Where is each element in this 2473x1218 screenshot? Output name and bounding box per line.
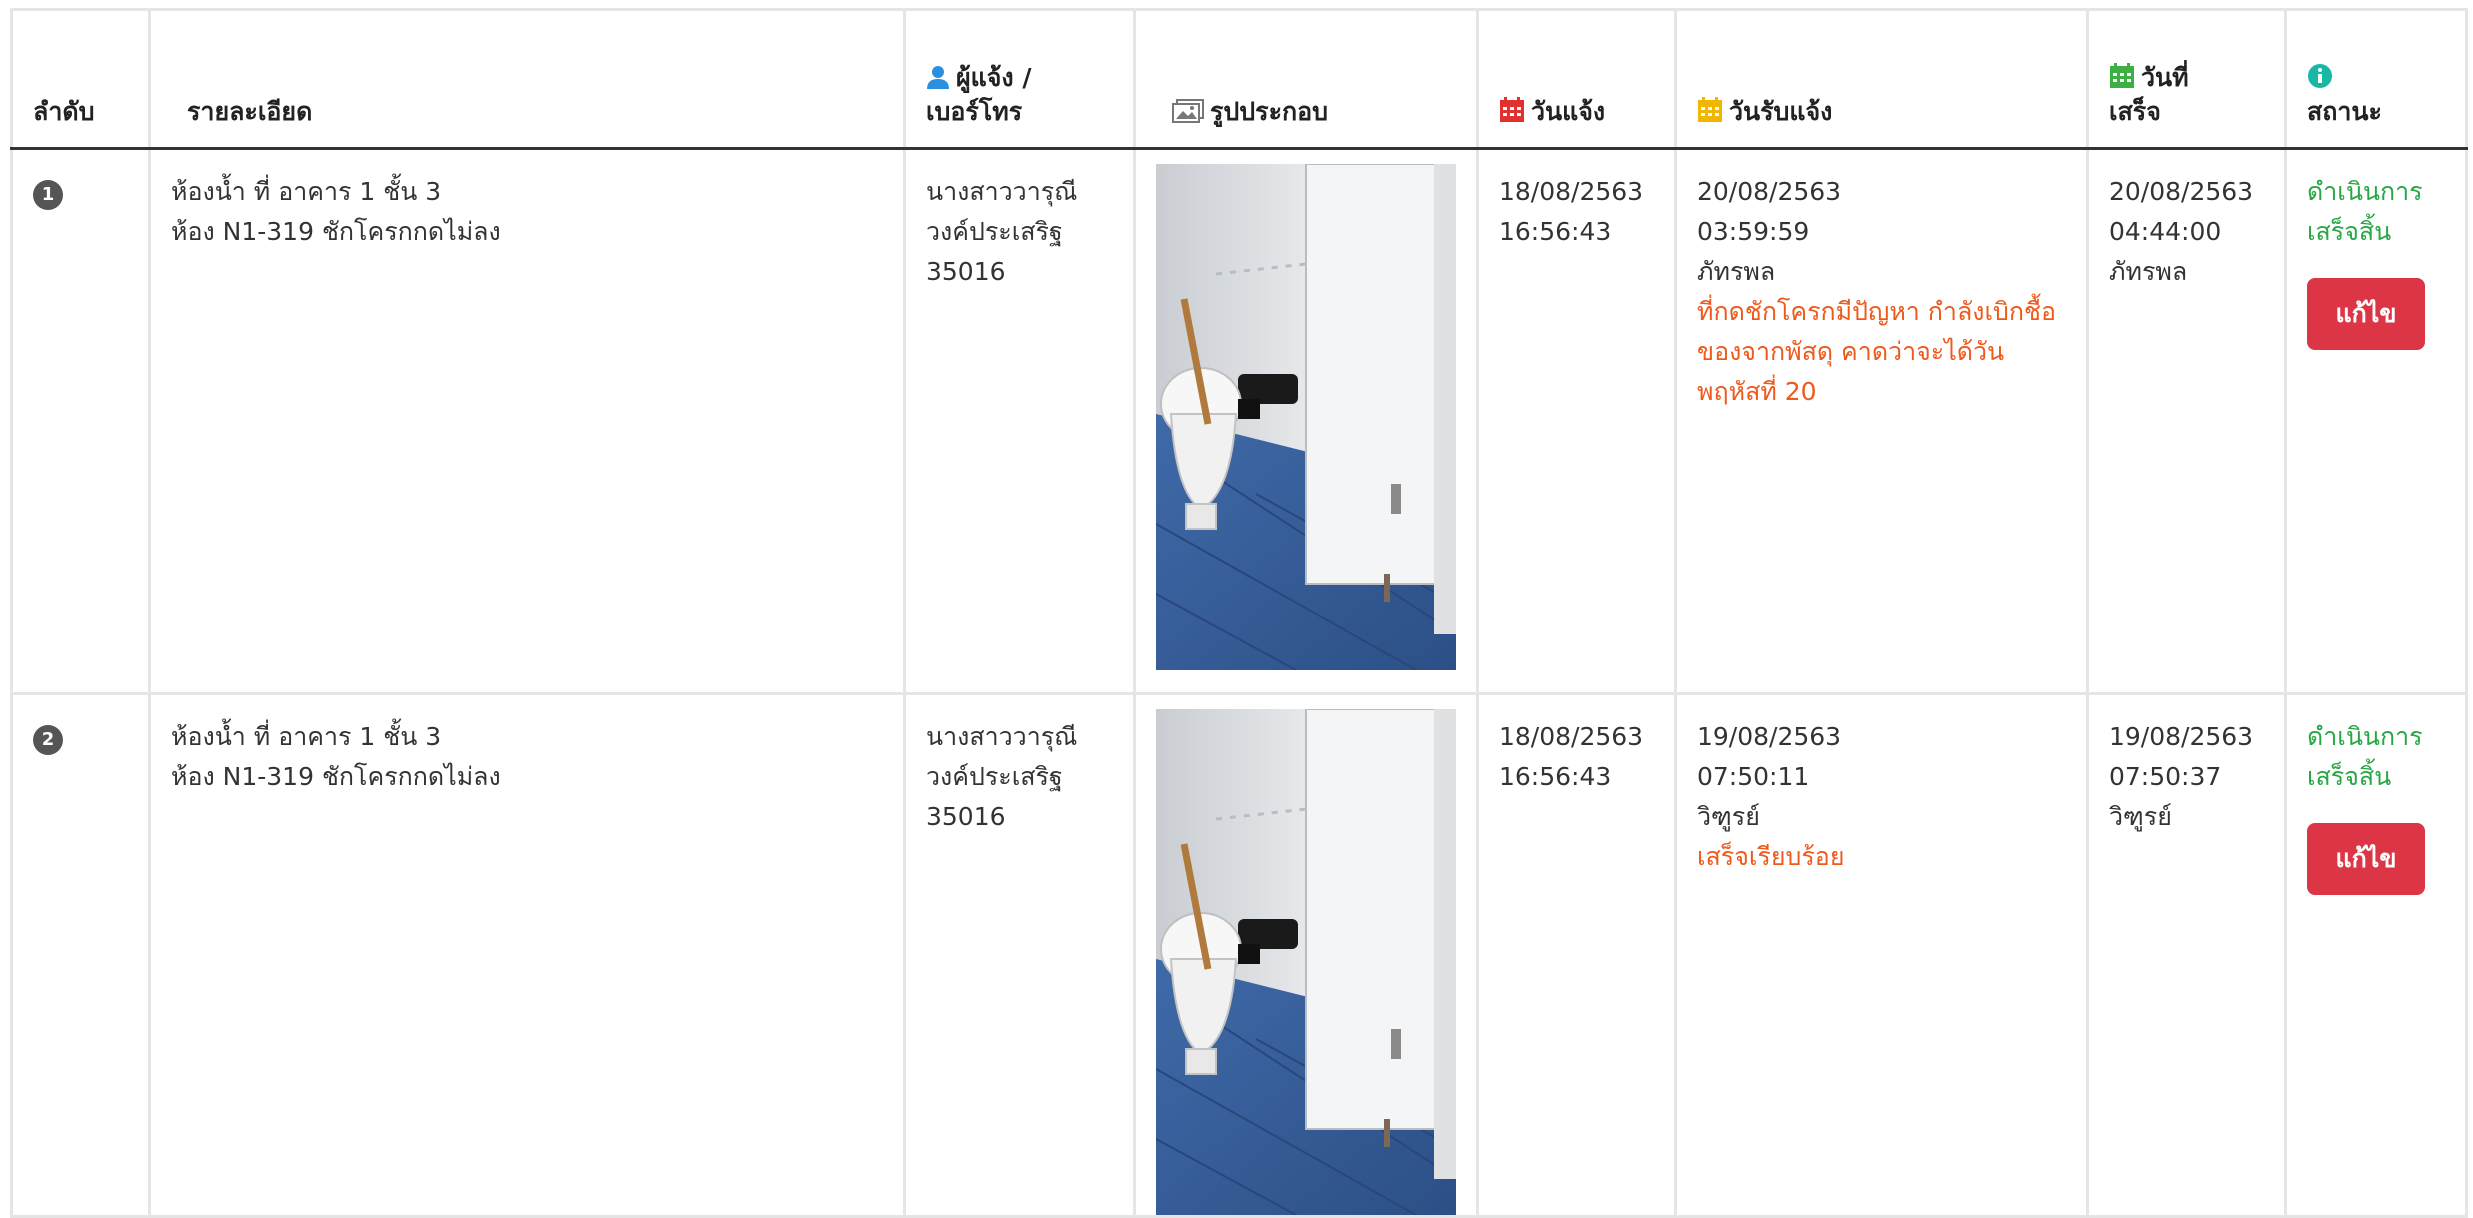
header-reporter-label-2: เบอร์โทร xyxy=(926,97,1023,126)
seq-badge: 1 xyxy=(33,180,63,210)
cell-detail: ห้องน้ำ ที่ อาคาร 1 ชั้น 3 ห้อง N1-319 ช… xyxy=(148,692,906,1218)
reporter-last-name: วงค์ประเสริฐ xyxy=(926,217,1063,246)
status-text-2: เสร็จสิ้น xyxy=(2307,762,2392,791)
image-icon xyxy=(1172,99,1204,123)
table-row: 2 ห้องน้ำ ที่ อาคาร 1 ชั้น 3 ห้อง N1-319… xyxy=(10,692,2468,1218)
header-received-date: วันรับแจ้ง xyxy=(1674,8,2089,150)
table-row: 1 ห้องน้ำ ที่ อาคาร 1 ชั้น 3 ห้อง N1-319… xyxy=(10,147,2468,695)
received-by: ภัทรพล xyxy=(1697,257,1776,286)
reporter-phone: 35016 xyxy=(926,802,1006,831)
cell-detail: ห้องน้ำ ที่ อาคาร 1 ชั้น 3 ห้อง N1-319 ช… xyxy=(148,147,906,695)
cell-reporter: นางสาววารุณี วงค์ประเสริฐ 35016 xyxy=(903,692,1136,1218)
toilet-photo[interactable] xyxy=(1156,709,1456,1215)
header-done-date: วันที่ เสร็จ xyxy=(2086,8,2287,150)
cell-report-date: 18/08/2563 16:56:43 xyxy=(1476,147,1677,695)
received-time: 03:59:59 xyxy=(1697,217,1810,246)
edit-button[interactable]: แก้ไข xyxy=(2307,278,2425,350)
reporter-last-name: วงค์ประเสริฐ xyxy=(926,762,1063,791)
reporter-first-name: นางสาววารุณี xyxy=(926,722,1078,751)
header-reporter: ผู้แจ้ง / เบอร์โทร xyxy=(903,8,1136,150)
done-time: 04:44:00 xyxy=(2109,217,2222,246)
header-seq-label: ลำดับ xyxy=(33,97,95,126)
report-date: 18/08/2563 xyxy=(1499,177,1644,206)
received-note: เสร็จเรียบร้อย xyxy=(1697,842,1845,871)
done-by: วิฑูรย์ xyxy=(2109,802,2172,831)
received-date: 19/08/2563 xyxy=(1697,722,1842,751)
seq-badge: 2 xyxy=(33,725,63,755)
cell-reporter: นางสาววารุณี วงค์ประเสริฐ 35016 xyxy=(903,147,1136,695)
cell-status: ดำเนินการ เสร็จสิ้น แก้ไข xyxy=(2284,147,2468,695)
report-time: 16:56:43 xyxy=(1499,217,1612,246)
report-date: 18/08/2563 xyxy=(1499,722,1644,751)
table-header-row: ลำดับ รายละเอียด ผู้แจ้ง / เบอร์โทร รูปป… xyxy=(10,8,2468,150)
detail-description: ห้อง N1-319 ชักโครกกดไม่ลง xyxy=(171,762,501,791)
reporter-phone: 35016 xyxy=(926,257,1006,286)
calendar-icon xyxy=(1698,97,1722,122)
received-by: วิฑูรย์ xyxy=(1697,802,1760,831)
reporter-first-name: นางสาววารุณี xyxy=(926,177,1078,206)
header-seq: ลำดับ xyxy=(10,8,151,150)
header-detail: รายละเอียด xyxy=(148,8,906,150)
done-by: ภัทรพล xyxy=(2109,257,2188,286)
header-report-date-label: วันแจ้ง xyxy=(1531,97,1606,126)
cell-seq: 2 xyxy=(10,692,151,1218)
status-text-1: ดำเนินการ xyxy=(2307,177,2423,206)
cell-received: 19/08/2563 07:50:11 วิฑูรย์ เสร็จเรียบร้… xyxy=(1674,692,2089,1218)
detail-description: ห้อง N1-319 ชักโครกกดไม่ลง xyxy=(171,217,501,246)
detail-location: ห้องน้ำ ที่ อาคาร 1 ชั้น 3 xyxy=(171,177,442,206)
calendar-icon xyxy=(1500,97,1524,122)
info-icon xyxy=(2308,64,2332,88)
header-done-date-label-2: เสร็จ xyxy=(2109,97,2161,126)
header-reporter-label-1: ผู้แจ้ง / xyxy=(956,63,1032,92)
toilet-photo[interactable] xyxy=(1156,164,1456,670)
calendar-check-icon xyxy=(2110,63,2134,88)
received-note: ที่กดชักโครกมีปัญหา กำลังเบิกชื้อของจากพ… xyxy=(1697,297,2057,406)
user-icon xyxy=(927,66,949,89)
cell-status: ดำเนินการ เสร็จสิ้น แก้ไข xyxy=(2284,692,2468,1218)
header-report-date: วันแจ้ง xyxy=(1476,8,1677,150)
header-status: สถานะ xyxy=(2284,8,2468,150)
cell-done-date: 20/08/2563 04:44:00 ภัทรพล xyxy=(2086,147,2287,695)
done-date: 20/08/2563 xyxy=(2109,177,2254,206)
header-received-date-label: วันรับแจ้ง xyxy=(1729,97,1833,126)
cell-seq: 1 xyxy=(10,147,151,695)
status-text-2: เสร็จสิ้น xyxy=(2307,217,2392,246)
edit-button[interactable]: แก้ไข xyxy=(2307,823,2425,895)
report-time: 16:56:43 xyxy=(1499,762,1612,791)
header-status-label: สถานะ xyxy=(2307,97,2382,126)
done-date: 19/08/2563 xyxy=(2109,722,2254,751)
status-text-1: ดำเนินการ xyxy=(2307,722,2423,751)
repair-requests-table: ลำดับ รายละเอียด ผู้แจ้ง / เบอร์โทร รูปป… xyxy=(10,8,2468,1218)
header-photo-label: รูปประกอบ xyxy=(1210,97,1329,126)
cell-photo xyxy=(1133,147,1479,695)
header-detail-label: รายละเอียด xyxy=(187,97,313,126)
cell-photo xyxy=(1133,692,1479,1218)
cell-report-date: 18/08/2563 16:56:43 xyxy=(1476,692,1677,1218)
cell-received: 20/08/2563 03:59:59 ภัทรพล ที่กดชักโครกม… xyxy=(1674,147,2089,695)
done-time: 07:50:37 xyxy=(2109,762,2222,791)
header-photo: รูปประกอบ xyxy=(1133,8,1479,150)
header-done-date-label-1: วันที่ xyxy=(2141,63,2189,92)
received-time: 07:50:11 xyxy=(1697,762,1810,791)
cell-done-date: 19/08/2563 07:50:37 วิฑูรย์ xyxy=(2086,692,2287,1218)
detail-location: ห้องน้ำ ที่ อาคาร 1 ชั้น 3 xyxy=(171,722,442,751)
received-date: 20/08/2563 xyxy=(1697,177,1842,206)
